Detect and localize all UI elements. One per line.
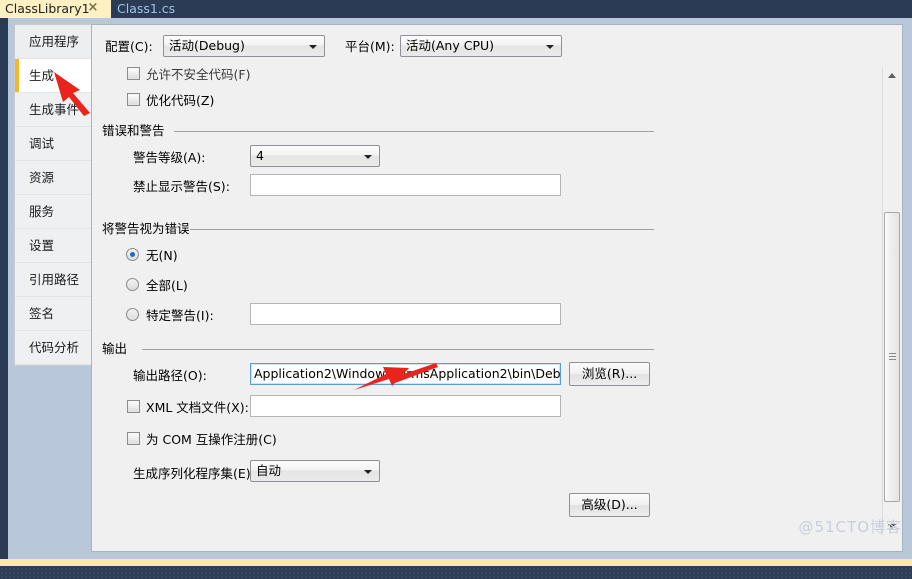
sidebar-item-settings[interactable]: 设置 <box>15 229 93 263</box>
tab-class1-cs-label: Class1.cs <box>117 1 176 16</box>
xml-doc-file-checkbox[interactable] <box>127 400 140 413</box>
chevron-down-icon <box>546 45 554 49</box>
treat-warnings-none-radio[interactable] <box>126 248 139 261</box>
serialization-assembly-combobox[interactable]: 自动 <box>250 460 380 482</box>
sidebar-item-build-label: 生成 <box>29 68 55 83</box>
sidebar-item-application[interactable]: 应用程序 <box>15 25 93 59</box>
treat-warnings-group-title: 将警告视为错误 <box>102 221 190 236</box>
chevron-down-icon <box>364 155 372 159</box>
build-properties-panel: 配置(C): 活动(Debug) 平台(M): 活动(Any CPU) 允许不安… <box>91 24 903 552</box>
platform-value: 活动(Any CPU) <box>406 38 495 53</box>
configuration-combobox[interactable]: 活动(Debug) <box>163 35 325 57</box>
properties-category-list: 应用程序 生成 生成事件 调试 资源 服务 设置 引用路径 签名 代码分析 <box>14 24 93 366</box>
configuration-row: 配置(C): 活动(Debug) 平台(M): 活动(Any CPU) <box>92 25 902 66</box>
tab-class1-cs[interactable]: Class1.cs <box>111 0 203 18</box>
warning-level-label: 警告等级(A): <box>133 150 206 165</box>
watermark-text: @51CTO博客 <box>798 518 902 536</box>
treat-warnings-none-label: 无(N) <box>146 248 178 263</box>
warning-level-combobox[interactable]: 4 <box>250 145 380 167</box>
output-group-title: 输出 <box>102 341 128 356</box>
sidebar-item-settings-label: 设置 <box>29 238 55 253</box>
tab-strip-filler <box>203 0 912 18</box>
optimize-code-checkbox[interactable] <box>127 93 140 106</box>
browse-button[interactable]: 浏览(R)... <box>569 362 650 386</box>
output-group: 输出 <box>102 342 662 356</box>
register-com-interop-label: 为 COM 互操作注册(C) <box>146 432 277 447</box>
grip-icon <box>889 353 896 361</box>
platform-combobox[interactable]: 活动(Any CPU) <box>400 35 562 57</box>
output-path-label: 输出路径(O): <box>133 368 207 383</box>
sidebar-item-code-analysis[interactable]: 代码分析 <box>15 331 93 365</box>
sidebar-item-application-label: 应用程序 <box>29 34 80 49</box>
platform-label: 平台(M): <box>345 39 395 54</box>
status-bar-accent <box>0 559 912 566</box>
optimize-code-label: 优化代码(Z) <box>146 93 215 108</box>
treat-warnings-group: 将警告视为错误 <box>102 222 662 236</box>
properties-scrollbar[interactable] <box>882 67 901 535</box>
properties-scroll-viewport: 允许不安全代码(F) 优化代码(Z) 错误和警告 警告等级(A): 4 禁止显示… <box>93 67 883 535</box>
specific-warnings-input[interactable] <box>250 303 561 325</box>
sidebar-item-debug[interactable]: 调试 <box>15 127 93 161</box>
xml-doc-file-label: XML 文档文件(X): <box>146 400 249 415</box>
register-com-interop-checkbox[interactable] <box>127 432 140 445</box>
treat-warnings-specific-radio[interactable] <box>126 308 139 321</box>
triangle-up-icon <box>888 73 896 78</box>
sidebar-item-build-events-label: 生成事件 <box>29 102 80 117</box>
sidebar-item-resources-label: 资源 <box>29 170 55 185</box>
treat-warnings-specific-label: 特定警告(I): <box>146 308 214 323</box>
configuration-value: 活动(Debug) <box>169 38 245 53</box>
chevron-down-icon <box>309 45 317 49</box>
advanced-button[interactable]: 高级(D)... <box>569 493 650 517</box>
treat-warnings-all-radio[interactable] <box>126 278 139 291</box>
group-divider <box>174 131 654 132</box>
output-path-input[interactable]: Application2\WindowsFormsApplication2\bi… <box>250 363 561 385</box>
group-divider <box>190 229 654 230</box>
tab-classlibrary1[interactable]: ClassLibrary1 × <box>0 0 111 18</box>
sidebar-item-build[interactable]: 生成 <box>15 59 93 93</box>
sidebar-item-debug-label: 调试 <box>29 136 55 151</box>
sidebar-item-signing-label: 签名 <box>29 306 55 321</box>
sidebar-item-build-events[interactable]: 生成事件 <box>15 93 93 127</box>
status-bar <box>0 559 912 579</box>
errors-warnings-group: 错误和警告 <box>102 124 662 138</box>
window-left-rail <box>0 18 8 559</box>
suppress-warnings-input[interactable] <box>250 174 561 196</box>
project-properties-window: 应用程序 生成 生成事件 调试 资源 服务 设置 引用路径 签名 代码分析 配置… <box>0 18 912 559</box>
group-divider <box>142 349 654 350</box>
serialization-assembly-value: 自动 <box>256 463 282 478</box>
errors-warnings-group-title: 错误和警告 <box>102 123 165 138</box>
scrollbar-thumb[interactable] <box>884 212 900 502</box>
sidebar-item-resources[interactable]: 资源 <box>15 161 93 195</box>
sidebar-item-reference-paths[interactable]: 引用路径 <box>15 263 93 297</box>
editor-tab-strip: ClassLibrary1 × Class1.cs <box>0 0 912 18</box>
xml-doc-file-input[interactable] <box>250 395 561 417</box>
close-icon[interactable]: × <box>86 0 100 18</box>
configuration-label: 配置(C): <box>105 39 153 54</box>
chevron-down-icon <box>364 470 372 474</box>
sidebar-item-services-label: 服务 <box>29 204 55 219</box>
treat-warnings-all-label: 全部(L) <box>146 278 188 293</box>
warning-level-value: 4 <box>256 148 264 163</box>
allow-unsafe-code-label: 允许不安全代码(F) <box>146 67 251 82</box>
sidebar-item-signing[interactable]: 签名 <box>15 297 93 331</box>
output-path-value: Application2\WindowsFormsApplication2\bi… <box>254 366 561 381</box>
serialization-assembly-label: 生成序列化程序集(E): <box>133 466 255 481</box>
allow-unsafe-code-checkbox[interactable] <box>127 67 140 80</box>
tab-classlibrary1-label: ClassLibrary1 <box>5 1 90 16</box>
sidebar-item-reference-paths-label: 引用路径 <box>29 272 80 287</box>
suppress-warnings-label: 禁止显示警告(S): <box>133 179 230 194</box>
sidebar-item-code-analysis-label: 代码分析 <box>29 340 80 355</box>
scroll-up-icon[interactable] <box>884 67 900 84</box>
sidebar-item-services[interactable]: 服务 <box>15 195 93 229</box>
